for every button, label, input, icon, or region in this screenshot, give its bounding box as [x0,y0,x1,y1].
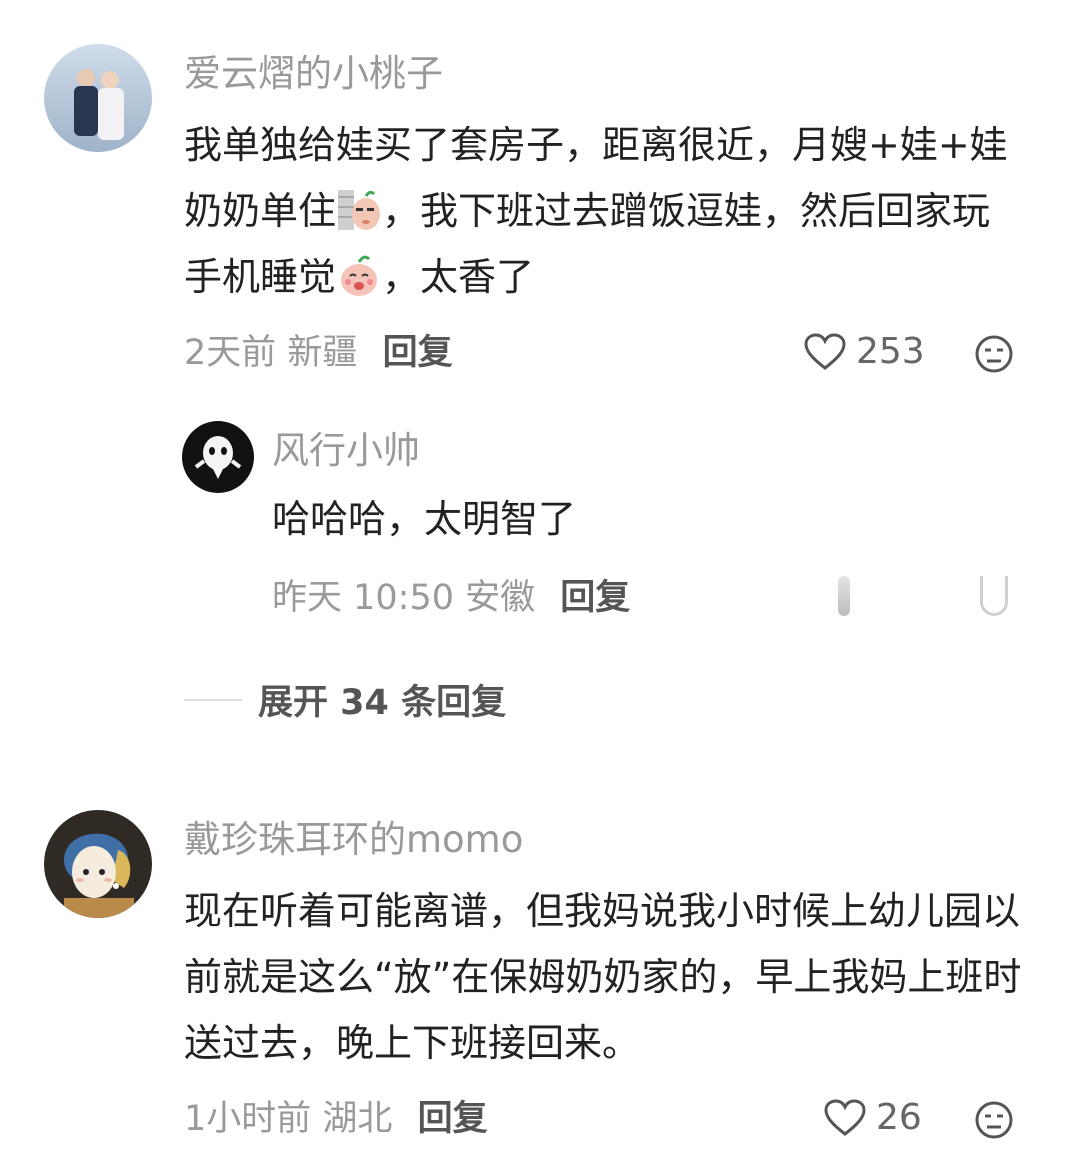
comment-text: ，太香了 [382,255,535,299]
heart-icon [804,332,846,370]
like-button[interactable]: 26 [824,1097,922,1138]
reply-content: 哈哈哈，太明智了 [272,497,577,541]
username[interactable]: 戴珍珠耳环的momo [184,818,523,862]
reply-meta: 昨天 10:50 安徽 回复 [272,576,630,620]
comment-content: 我单独给娃买了套房子，距离很近，月嫂+娃+娃奶奶单住 ，我下班过去蹭饭逗娃，然后回… [184,112,1024,310]
reply-location: 安徽 [465,578,536,618]
heart-icon [824,1098,866,1136]
reply-button[interactable]: 回复 [418,1099,488,1139]
reply-username[interactable]: 风行小帅 [272,429,420,473]
reply-time: 昨天 10:50 [272,578,454,618]
reply-button[interactable]: 回复 [383,333,453,373]
dislike-face-icon[interactable] [974,1100,1014,1140]
comment-meta: 1小时前 湖北 回复 [184,1097,488,1141]
comment-time: 1小时前 [184,1099,312,1139]
avatar[interactable] [44,44,152,152]
comment-location: 新疆 [287,333,358,373]
expand-replies-label: 展开 34 条回复 [258,683,507,723]
dislike-face-icon[interactable] [974,334,1014,374]
reply-like-icon-faded[interactable] [838,576,850,616]
wall-peek-emoji-icon [336,186,382,232]
reply-avatar[interactable] [182,421,254,493]
comment-meta: 2天前 新疆 回复 [184,331,453,375]
divider-line [184,698,242,701]
username[interactable]: 爱云熠的小桃子 [184,52,443,96]
like-count: 26 [876,1097,922,1138]
comment-content: 现在听着可能离谱，但我妈说我小时候上幼儿园以前就是这么“放”在保姆奶奶家的，早上… [184,889,1022,1065]
reply-dislike-icon-faded[interactable] [980,576,1008,616]
comment-time: 2天前 [184,333,277,373]
like-button[interactable]: 253 [804,331,925,372]
expand-replies-button[interactable]: 展开 34 条回复 [184,674,506,725]
reply-button[interactable]: 回复 [560,578,630,618]
hehe-peach-emoji-icon [336,252,382,298]
avatar[interactable] [44,810,152,918]
comment-location: 湖北 [322,1099,393,1139]
like-count: 253 [856,331,925,372]
